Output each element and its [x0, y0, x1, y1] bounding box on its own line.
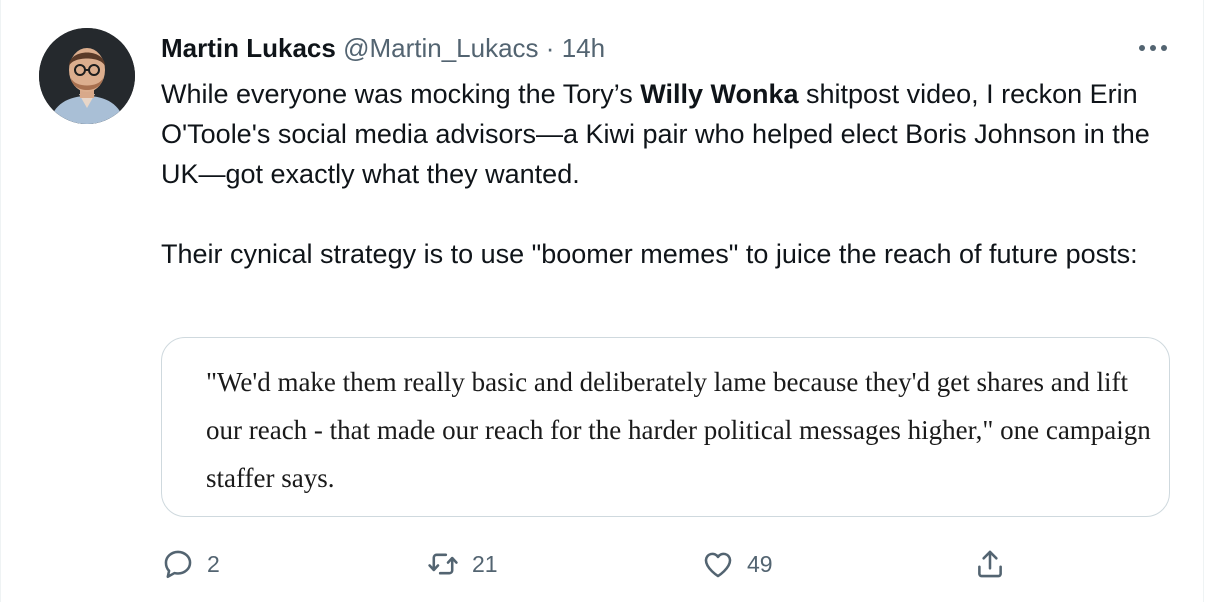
retweet-count: 21	[472, 550, 498, 577]
action-bar: 2 21 49	[161, 542, 1011, 586]
share-icon	[978, 550, 1002, 578]
tweet[interactable]: Martin Lukacs @Martin_Lukacs · 14h While…	[0, 0, 1204, 602]
like-button[interactable]: 49	[701, 542, 773, 586]
more-horizontal-icon	[1139, 45, 1167, 51]
header-separator: ·	[545, 33, 555, 63]
more-icon[interactable]	[1133, 36, 1173, 60]
text-bold-segment: Willy Wonka	[640, 79, 799, 109]
tweet-timestamp[interactable]: 14h	[562, 33, 605, 63]
text-segment: While everyone was mocking the Tory’s	[161, 79, 641, 109]
quote-card[interactable]: "We'd make them really basic and deliber…	[161, 337, 1170, 517]
tweet-paragraph-2: Their cynical strategy is to use "boomer…	[161, 239, 1138, 269]
tweet-paragraph-1: While everyone was mocking the Tory’s Wi…	[161, 74, 1181, 194]
heart-icon	[704, 552, 732, 578]
like-count: 49	[747, 550, 773, 577]
author-handle[interactable]: @Martin_Lukacs	[343, 33, 538, 63]
reply-count: 2	[207, 550, 220, 577]
reply-button[interactable]: 2	[161, 542, 220, 586]
share-button[interactable]	[973, 542, 1007, 586]
retweet-icon	[428, 553, 458, 575]
tweet-text: While everyone was mocking the Tory’s Wi…	[161, 74, 1181, 274]
quote-text: "We'd make them really basic and deliber…	[206, 367, 1151, 493]
avatar[interactable]	[39, 28, 135, 124]
reply-icon	[164, 550, 192, 579]
tweet-header: Martin Lukacs @Martin_Lukacs · 14h	[161, 30, 605, 66]
retweet-button[interactable]: 21	[426, 542, 498, 586]
author-name[interactable]: Martin Lukacs	[161, 33, 336, 63]
